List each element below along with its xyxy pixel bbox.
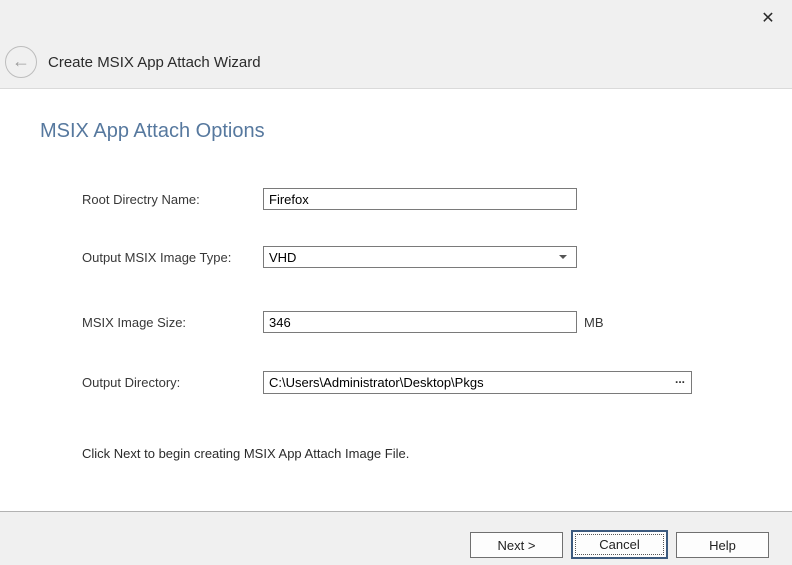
browse-ellipsis-button[interactable]: ... (669, 372, 691, 393)
image-type-value: VHD (264, 250, 559, 265)
image-size-input[interactable] (263, 311, 577, 333)
image-type-label: Output MSIX Image Type: (82, 250, 231, 265)
wizard-page: MSIX App Attach Options Root Directry Na… (0, 90, 792, 511)
page-title: MSIX App Attach Options (40, 120, 265, 143)
close-icon[interactable]: ✕ (756, 6, 780, 30)
root-directory-input[interactable] (263, 188, 577, 210)
image-size-unit-label: MB (584, 315, 604, 330)
image-size-label: MSIX Image Size: (82, 315, 186, 330)
image-type-dropdown[interactable]: VHD (263, 246, 577, 268)
chevron-down-icon (559, 255, 567, 259)
wizard-header: ✕ ← Create MSIX App Attach Wizard (0, 0, 792, 89)
output-directory-input[interactable] (264, 372, 669, 393)
help-button[interactable]: Help (676, 532, 769, 558)
output-directory-label: Output Directory: (82, 375, 180, 390)
back-arrow-icon: ← (12, 52, 30, 70)
next-instruction-text: Click Next to begin creating MSIX App At… (82, 446, 409, 461)
output-directory-field: ... (263, 371, 692, 394)
wizard-window: ✕ ← Create MSIX App Attach Wizard MSIX A… (0, 0, 792, 565)
wizard-title: Create MSIX App Attach Wizard (48, 54, 261, 71)
next-button[interactable]: Next > (470, 532, 563, 558)
wizard-footer: Next > Cancel Help (0, 511, 792, 565)
cancel-button[interactable]: Cancel (571, 530, 668, 559)
back-button[interactable]: ← (5, 46, 37, 78)
root-directory-label: Root Directry Name: (82, 192, 200, 207)
